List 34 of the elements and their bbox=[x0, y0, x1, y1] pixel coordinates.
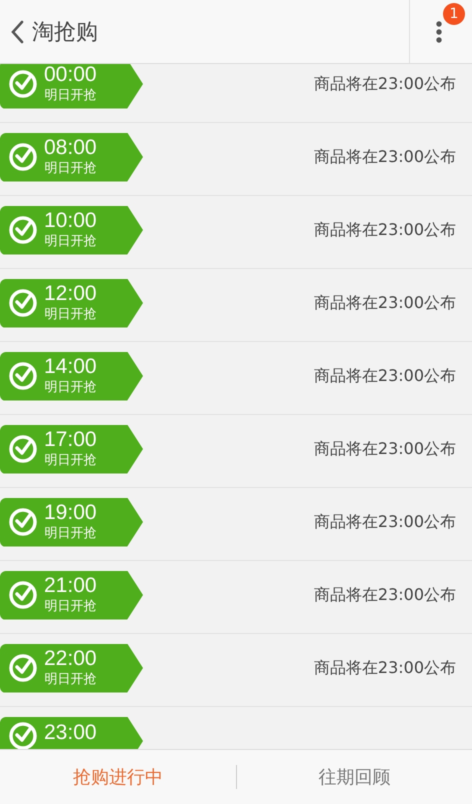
session-status: 明日开抢 bbox=[44, 160, 96, 178]
session-status: 明日开抢 bbox=[44, 87, 96, 105]
notification-badge: 1 bbox=[443, 3, 465, 25]
session-status: 明日开抢 bbox=[44, 452, 96, 470]
release-notice: 商品将在23:00公布 bbox=[314, 146, 456, 168]
session-time: 12:00 bbox=[44, 282, 97, 306]
release-notice: 商品将在23:00公布 bbox=[314, 658, 456, 678]
session-status: 明日开抢 bbox=[44, 233, 96, 251]
session-time: 00:00 bbox=[44, 64, 97, 87]
session-time: 21:00 bbox=[44, 574, 97, 598]
bottom-tab[interactable]: 抢购进行中 bbox=[0, 759, 236, 795]
session-status: 明日开抢 bbox=[44, 306, 96, 324]
release-notice: 商品将在23:00公布 bbox=[314, 366, 456, 386]
bottom-tab[interactable]: 往期回顾 bbox=[236, 759, 472, 795]
session-time: 10:00 bbox=[44, 209, 97, 233]
release-notice: 商品将在23:00公布 bbox=[314, 512, 456, 532]
more-menu-icon[interactable] bbox=[436, 20, 442, 44]
session-time: 19:00 bbox=[44, 501, 97, 525]
session-time: 23:00 bbox=[44, 720, 97, 744]
release-notice: 商品将在23:00公布 bbox=[314, 438, 456, 460]
session-time: 08:00 bbox=[44, 136, 97, 160]
session-time: 17:00 bbox=[44, 428, 97, 452]
session-status: 明日开抢 bbox=[44, 525, 96, 543]
back-icon[interactable] bbox=[10, 20, 24, 44]
session-status: 明日开抢 bbox=[44, 671, 96, 689]
session-status: 明日开抢 bbox=[44, 598, 96, 616]
session-time: 22:00 bbox=[44, 647, 97, 671]
release-notice: 商品将在23:00公布 bbox=[314, 292, 456, 314]
session-status: 明日开抢 bbox=[44, 379, 96, 397]
page-title: 淘抢购 bbox=[32, 18, 98, 46]
release-notice: 商品将在23:00公布 bbox=[314, 220, 456, 240]
session-time: 14:00 bbox=[44, 355, 97, 379]
release-notice: 商品将在23:00公布 bbox=[314, 74, 456, 94]
release-notice: 商品将在23:00公布 bbox=[314, 584, 456, 606]
